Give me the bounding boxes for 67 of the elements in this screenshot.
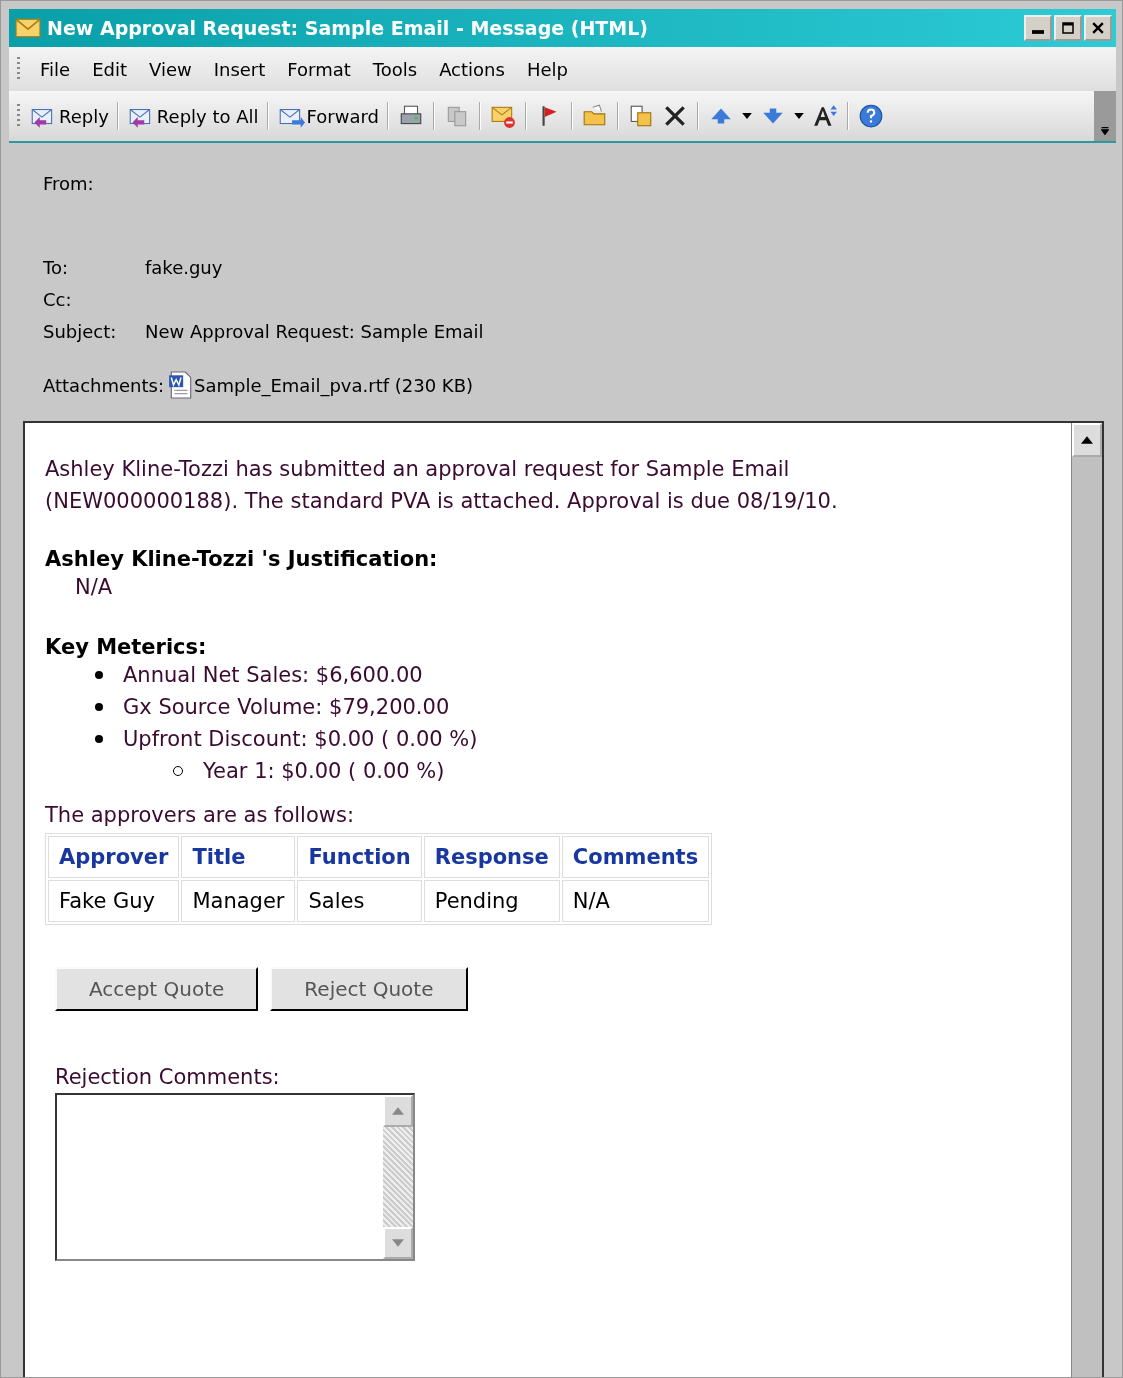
menu-item[interactable]: Tools (364, 54, 426, 84)
quote-button[interactable]: Reject Quote (270, 967, 468, 1011)
field-label: Cc: (43, 288, 73, 310)
column-header: Response (423, 836, 560, 878)
toolbar-button[interactable]: Forward (273, 101, 382, 131)
rejection-label: Rejection Comments: (55, 1064, 281, 1091)
maximize-icon (1062, 22, 1074, 34)
approvers-intro: The approvers are as follows: (45, 802, 355, 829)
menu-item[interactable]: View (141, 54, 200, 84)
column-header: Approver (48, 836, 180, 878)
metric-text: Gx Source Volume: $79,200.00 (123, 695, 450, 719)
up-arrow-icon (392, 1107, 404, 1115)
column-header: Title (181, 836, 296, 878)
caret-icon (793, 113, 804, 119)
justification-text: N/A (74, 574, 114, 601)
table-cell: Sales (297, 880, 422, 922)
column-header: Comments (561, 836, 710, 878)
bullet-icon (95, 735, 103, 743)
caret-icon (741, 113, 752, 119)
menu-item[interactable]: Help (518, 54, 576, 84)
field-label: To: (43, 256, 69, 278)
section-heading: Ashley Kline-Tozzi 's Justification: (45, 547, 439, 571)
field-value: fake.guy (145, 256, 223, 278)
bullet-icon (95, 703, 103, 711)
minimize-icon (1032, 30, 1044, 34)
maximize-button[interactable] (1054, 15, 1082, 41)
attachment-link[interactable]: Sample_Email_pva.rtf (230 KB) (193, 374, 474, 396)
up-arrow-icon (1081, 436, 1093, 444)
quote-button[interactable]: Accept Quote (55, 967, 259, 1011)
toolbar-overflow-button[interactable] (1094, 91, 1116, 141)
section-heading: Key Meterics: (45, 635, 208, 659)
scroll-up-button[interactable] (1072, 423, 1102, 457)
window-title: New Approval Request: Sample Email - Message (HTML) (47, 17, 649, 39)
metric-text: Upfront Discount: $0.00 ( 0.00 %) (123, 727, 478, 751)
bullet-icon (95, 671, 103, 679)
menu-item[interactable]: File (32, 54, 79, 84)
table-cell: N/A (561, 880, 710, 922)
metric-text: Year 1: $0.00 ( 0.00 %) (203, 759, 445, 783)
field-label: From: (43, 172, 95, 194)
field-label: Subject: (43, 320, 118, 342)
toolbar-button[interactable]: Reply (26, 101, 112, 131)
scrollbar[interactable] (383, 1095, 413, 1259)
menu-item[interactable]: Insert (205, 54, 274, 84)
metric-text: Annual Net Sales: $6,600.00 (123, 663, 423, 687)
close-icon (1092, 22, 1104, 34)
table-cell: Fake Guy (48, 880, 180, 922)
grip-handle[interactable] (17, 57, 20, 81)
field-value: New Approval Request: Sample Email (145, 320, 484, 342)
scroll-down-button[interactable] (383, 1227, 413, 1259)
intro-paragraph: Ashley Kline-Tozzi has submitted an approval request for Sample Email (NEW000000188). The standard PVA is attached. Approval is due 08/19/10. (45, 456, 839, 515)
minimize-button[interactable] (1024, 15, 1052, 41)
envelope-icon (15, 18, 41, 38)
table-cell: Pending (423, 880, 560, 922)
caret-icon (1101, 127, 1109, 135)
menu-item[interactable]: Actions (431, 54, 513, 84)
menu-item[interactable]: Edit (84, 54, 135, 84)
comments-textarea[interactable] (55, 1093, 415, 1261)
scrollbar[interactable] (1071, 423, 1102, 1377)
toolbar-button[interactable]: Reply to All (123, 101, 262, 131)
close-button[interactable] (1084, 15, 1112, 41)
down-arrow-icon (392, 1239, 404, 1247)
document-icon (167, 371, 194, 399)
column-header: Function (297, 836, 422, 878)
field-label: Attachments: (43, 374, 164, 396)
grip-handle[interactable] (17, 104, 20, 128)
table-cell: Manager (181, 880, 296, 922)
menu-item[interactable]: Format (279, 54, 359, 84)
